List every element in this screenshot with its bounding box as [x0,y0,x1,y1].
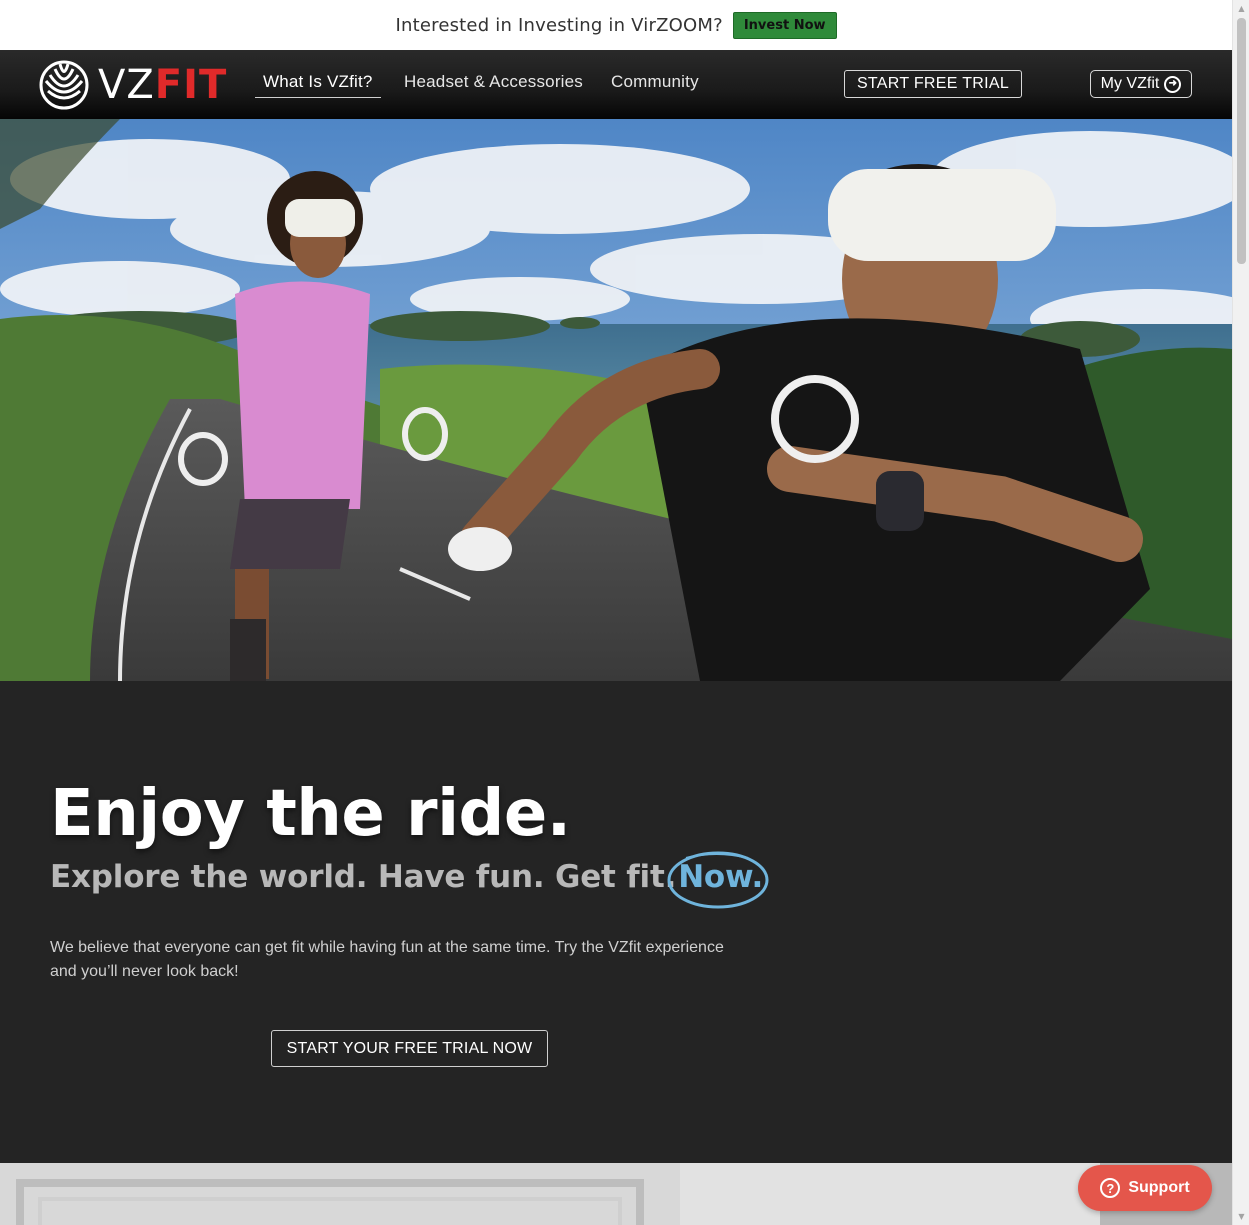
support-button[interactable]: ? Support [1078,1165,1212,1211]
nav-link-what-is-vzfit[interactable]: What Is VZfit? [255,72,381,98]
subheadline: Explore the world. Have fun. Get fit. Now… [50,851,769,909]
vzfit-logo-icon [39,60,89,110]
subheadline-highlight: Now. [667,851,769,909]
announcement-text: Interested in Investing in VirZOOM? [395,14,723,36]
arrow-right-circle-icon: ➜ [1164,75,1182,93]
logo-vz: VZ [98,62,155,108]
start-free-trial-button[interactable]: START FREE TRIAL [844,70,1022,98]
page-scrollbar[interactable]: ▲ ▼ [1232,0,1249,1225]
main-nav: VZFIT What Is VZfit? Headset & Accessori… [0,50,1232,119]
next-section-image [0,1163,1232,1225]
logo-wordmark: VZFIT [98,65,227,105]
start-free-trial-label: START FREE TRIAL [856,75,1010,92]
nav-link-headset-accessories[interactable]: Headset & Accessories [404,72,583,92]
my-vzfit-label: My VZfit [1100,75,1160,92]
cta-label: START YOUR FREE TRIAL NOW [286,1039,533,1057]
scroll-down-arrow-icon[interactable]: ▼ [1233,1208,1249,1225]
start-free-trial-cta-button[interactable]: START YOUR FREE TRIAL NOW [271,1030,548,1067]
page-title: Enjoy the ride. [50,777,571,851]
hero-image [0,119,1232,681]
subheadline-text: Explore the world. Have fun. Get fit. [50,859,677,895]
question-circle-icon: ? [1100,1178,1121,1198]
nav-link-community[interactable]: Community [611,72,699,92]
logo[interactable]: VZFIT [38,60,227,110]
announcement-bar: Interested in Investing in VirZOOM? Inve… [0,0,1232,50]
intro-section: Enjoy the ride. Explore the world. Have … [0,681,1232,1163]
scrollbar-thumb[interactable] [1237,18,1246,264]
logo-fit: FIT [154,62,228,108]
intro-body-text: We believe that everyone can get fit whi… [50,939,724,980]
my-vzfit-button[interactable]: My VZfit ➜ [1090,70,1192,98]
scroll-up-arrow-icon[interactable]: ▲ [1233,0,1249,17]
hand-drawn-circle-icon [667,851,769,909]
support-label: Support [1128,1179,1190,1196]
invest-now-button[interactable]: Invest Now [732,11,837,39]
next-section-scene [0,1163,1232,1225]
hero-scene [0,119,1232,681]
